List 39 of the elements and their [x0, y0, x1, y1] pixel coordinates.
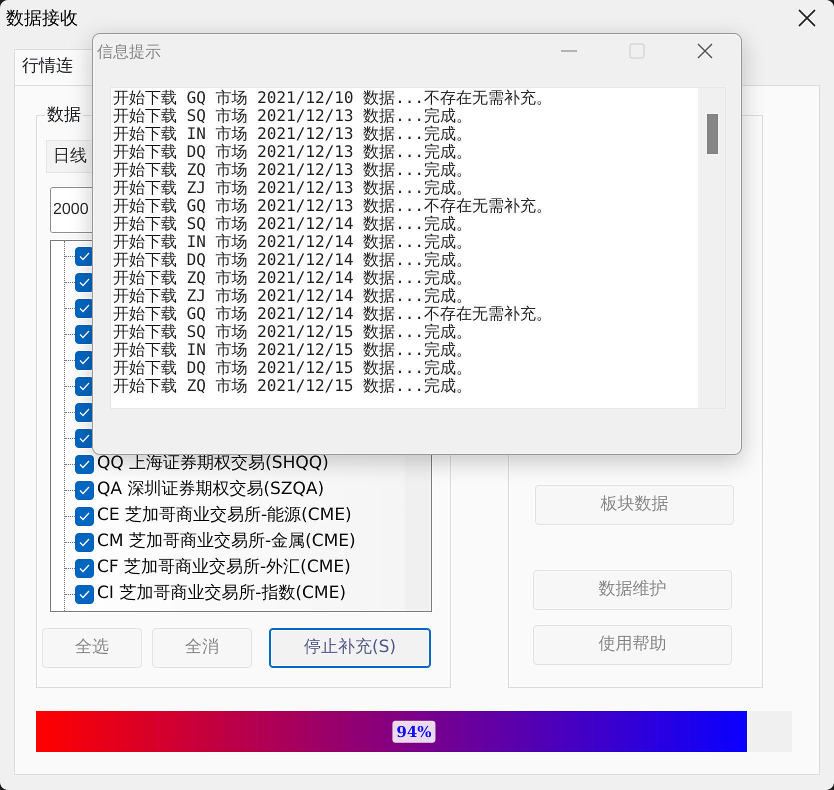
checkbox[interactable] [75, 584, 94, 604]
log-line: 开始下载 ZQ 市场 2021/12/14 数据...完成。 [113, 269, 474, 287]
log-line: 开始下载 SQ 市场 2021/12/15 数据...完成。 [113, 323, 474, 341]
scroll-thumb[interactable] [707, 114, 718, 154]
log-line: 开始下载 SQ 市场 2021/12/13 数据...完成。 [113, 107, 474, 125]
log-line: 开始下载 GQ 市场 2021/12/10 数据...不存在无需补充。 [113, 89, 554, 107]
scrollbar[interactable] [698, 88, 725, 408]
log-line: 开始下载 GQ 市场 2021/12/14 数据...不存在无需补充。 [113, 305, 554, 323]
log-line: 开始下载 IN 市场 2021/12/14 数据...完成。 [113, 233, 474, 251]
maximize-icon [629, 43, 645, 59]
close-icon [697, 43, 713, 59]
checkbox[interactable] [75, 558, 94, 578]
log-line: 开始下载 ZJ 市场 2021/12/13 数据...完成。 [113, 179, 474, 197]
window-title: 数据接收 [5, 6, 78, 30]
tree-item-label[interactable]: CE 芝加哥商业交易所-能源(CME) [97, 503, 352, 529]
log-line: 开始下载 ZQ 市场 2021/12/15 数据...完成。 [113, 377, 474, 395]
checkbox[interactable] [75, 506, 94, 526]
tree-item-label[interactable]: CM 芝加哥商业交易所-金属(CME) [97, 529, 356, 555]
tab[interactable]: 行情连 [14, 49, 94, 85]
log-line: 开始下载 IN 市场 2021/12/15 数据...完成。 [113, 341, 474, 359]
tree-item-label[interactable]: CF 芝加哥商业交易所-外汇(CME) [97, 555, 351, 581]
dialog-title: 信息提示 [96, 41, 161, 63]
checkbox[interactable] [75, 454, 94, 474]
checkbox[interactable] [75, 532, 94, 552]
log-line: 开始下载 DQ 市场 2021/12/15 数据...完成。 [113, 359, 474, 377]
checkbox[interactable] [75, 480, 94, 500]
action-button[interactable]: 停止补充(S) [269, 628, 431, 668]
log-line: 开始下载 DQ 市场 2021/12/13 数据...完成。 [113, 143, 474, 161]
log-line: 开始下载 IN 市场 2021/12/13 数据...完成。 [113, 125, 474, 143]
log-line: 开始下载 ZQ 市场 2021/12/13 数据...完成。 [113, 161, 474, 179]
close-icon [798, 9, 816, 27]
log-line: 开始下载 ZJ 市场 2021/12/14 数据...完成。 [113, 287, 474, 305]
log-line: 开始下载 SQ 市场 2021/12/14 数据...完成。 [113, 215, 474, 233]
tree-item-label[interactable]: QA 深圳证券期权交易(SZQA) [97, 477, 324, 503]
minimize-icon [561, 50, 577, 52]
log-line: 开始下载 GQ 市场 2021/12/13 数据...不存在无需补充。 [113, 197, 554, 215]
progress-percent: 94% [392, 720, 436, 743]
log-line: 开始下载 DQ 市场 2021/12/14 数据...完成。 [113, 251, 474, 269]
tree-item-label[interactable]: CI 芝加哥商业交易所-指数(CME) [97, 581, 346, 607]
